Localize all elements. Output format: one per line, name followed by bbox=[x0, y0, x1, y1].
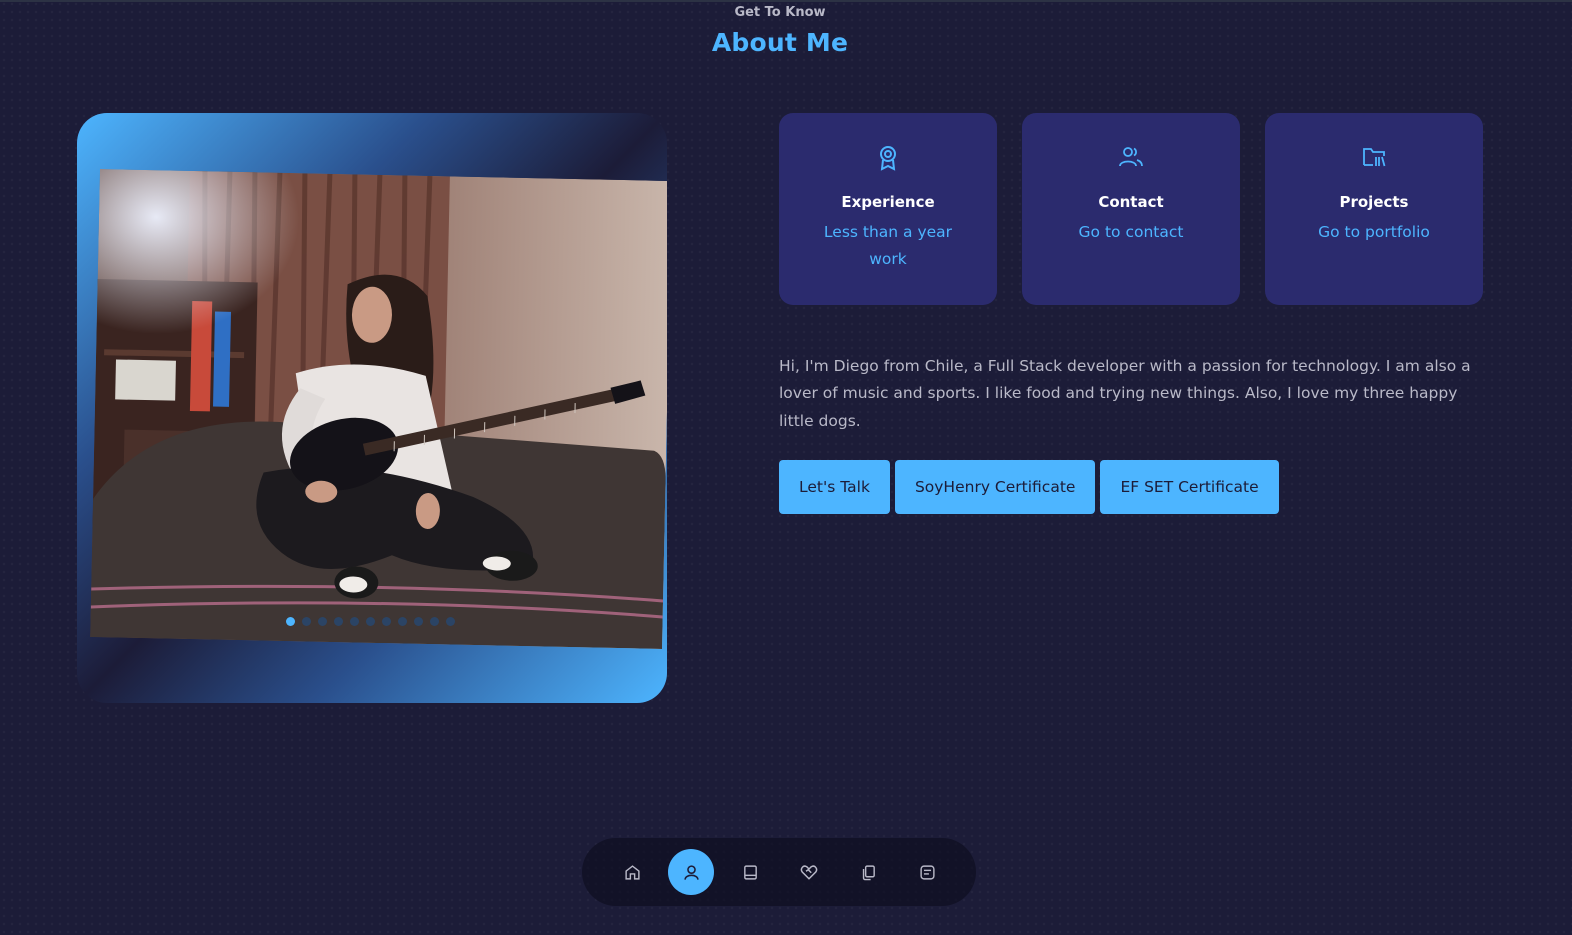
section-title: About Me bbox=[711, 28, 849, 57]
about-cards: Experience Less than a year work Contact… bbox=[779, 113, 1483, 305]
carousel-pagination bbox=[286, 617, 455, 626]
nav-home[interactable] bbox=[609, 849, 655, 895]
card-title: Experience bbox=[841, 193, 935, 211]
card-title: Projects bbox=[1339, 193, 1409, 211]
user-icon bbox=[683, 864, 699, 880]
carousel-dot[interactable] bbox=[302, 617, 311, 626]
profile-photo[interactable] bbox=[90, 169, 667, 649]
card-link[interactable]: Go to portfolio bbox=[1299, 219, 1449, 246]
bio-text: Hi, I'm Diego from Chile, a Full Stack d… bbox=[779, 356, 1471, 430]
folder-library-icon bbox=[1265, 145, 1483, 171]
carousel-dot[interactable] bbox=[446, 617, 455, 626]
carousel-dot[interactable] bbox=[334, 617, 343, 626]
book-icon bbox=[743, 864, 757, 880]
experience-card: Experience Less than a year work bbox=[779, 113, 997, 305]
card-link[interactable]: Less than a year work bbox=[813, 219, 963, 273]
carousel-dot[interactable] bbox=[366, 617, 375, 626]
action-buttons: Let's Talk SoyHenry Certificate EF SET C… bbox=[779, 460, 1279, 514]
top-divider bbox=[0, 0, 1572, 2]
lets-talk-button[interactable]: Let's Talk bbox=[779, 460, 890, 514]
nav-portfolio[interactable] bbox=[845, 849, 891, 895]
message-icon bbox=[919, 864, 935, 880]
photo-frame bbox=[77, 113, 667, 703]
carousel-dot[interactable] bbox=[350, 617, 359, 626]
carousel-dot[interactable] bbox=[398, 617, 407, 626]
nav-about[interactable] bbox=[668, 849, 714, 895]
soyhenry-certificate-button[interactable]: SoyHenry Certificate bbox=[894, 460, 1096, 514]
bottom-nav bbox=[582, 838, 976, 906]
carousel-dot[interactable] bbox=[414, 617, 423, 626]
carousel-dot[interactable] bbox=[382, 617, 391, 626]
nav-services[interactable] bbox=[786, 849, 832, 895]
section-subtitle: Get To Know bbox=[734, 5, 826, 20]
home-icon bbox=[624, 864, 640, 880]
copy-icon bbox=[862, 864, 875, 880]
nav-contact[interactable] bbox=[904, 849, 950, 895]
nav-experience[interactable] bbox=[727, 849, 773, 895]
projects-card: Projects Go to portfolio bbox=[1265, 113, 1483, 305]
contact-card: Contact Go to contact bbox=[1022, 113, 1240, 305]
efset-certificate-button[interactable]: EF SET Certificate bbox=[1100, 460, 1279, 514]
award-icon bbox=[779, 145, 997, 171]
card-title: Contact bbox=[1098, 193, 1164, 211]
carousel-dot[interactable] bbox=[430, 617, 439, 626]
card-link[interactable]: Go to contact bbox=[1056, 219, 1206, 246]
users-icon bbox=[1022, 145, 1240, 171]
handshake-heart-icon bbox=[800, 865, 818, 880]
carousel-dot[interactable] bbox=[286, 617, 295, 626]
carousel-dot[interactable] bbox=[318, 617, 327, 626]
